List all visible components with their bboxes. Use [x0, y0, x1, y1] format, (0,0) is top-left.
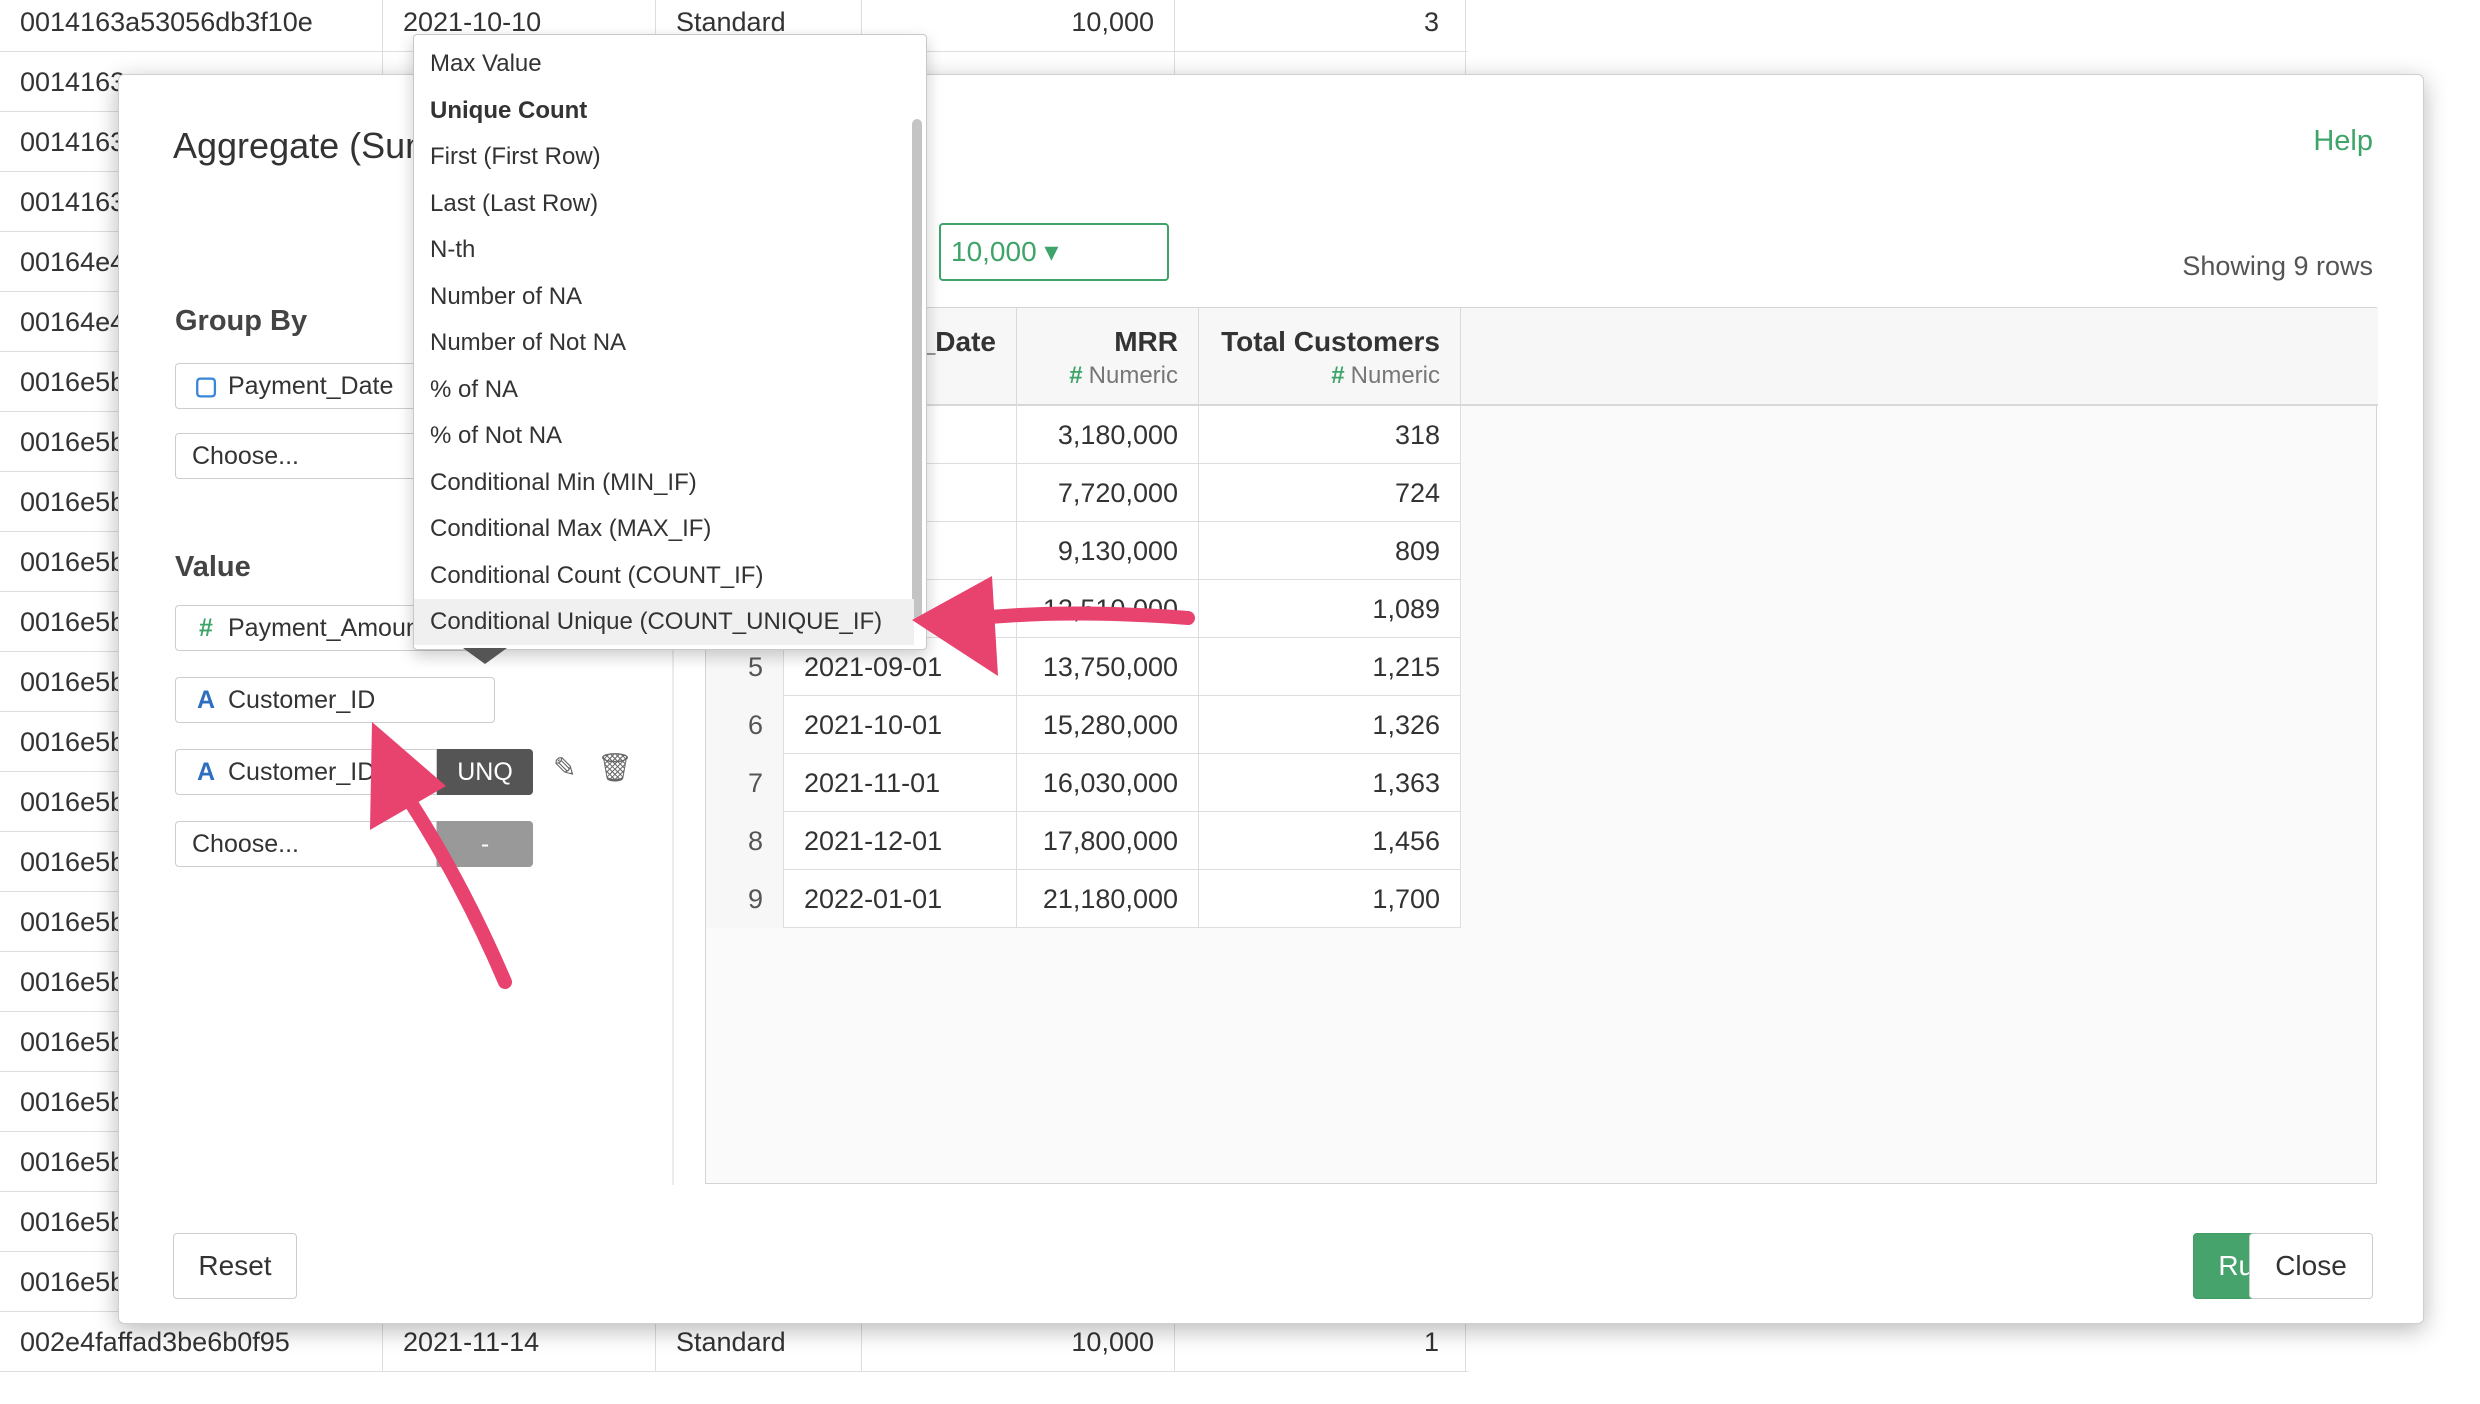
- grid-cell: 1,456: [1199, 812, 1461, 870]
- value-field-label: Customer_ID: [228, 758, 376, 786]
- caret-down-icon: ▾: [1044, 236, 1059, 267]
- menu-item[interactable]: Conditional Max (MAX_IF): [414, 506, 914, 552]
- help-link[interactable]: Help: [2313, 125, 2373, 158]
- menu-item[interactable]: First (First Row): [414, 134, 914, 180]
- aggregation-button-empty[interactable]: -: [437, 821, 533, 867]
- menu-item[interactable]: Conditional Count (COUNT_IF): [414, 553, 914, 599]
- grid-cell: 9: [706, 870, 784, 928]
- column-header-total-customers[interactable]: Total Customers # Numeric: [1199, 308, 1461, 406]
- calendar-icon: ▢: [194, 372, 218, 400]
- close-button[interactable]: Close: [2249, 1233, 2373, 1299]
- menu-item[interactable]: Unique Count: [414, 88, 914, 134]
- grid-cell: 16,030,000: [1017, 754, 1199, 812]
- grid-cell: 21,180,000: [1017, 870, 1199, 928]
- grid-cell: 1,089: [1199, 580, 1461, 638]
- value-field-customer-id-unq[interactable]: A Customer_ID: [175, 749, 437, 795]
- menu-item[interactable]: N-th: [414, 227, 914, 273]
- text-type-icon: A: [196, 758, 216, 786]
- grid-row: 6 2021-10-01 15,280,000 1,326: [706, 696, 1461, 754]
- grid-cell: 7: [706, 754, 784, 812]
- grid-cell: 8: [706, 812, 784, 870]
- menu-item[interactable]: % of Not NA: [414, 413, 914, 459]
- grid-cell: 2021-10-01: [784, 696, 1017, 754]
- value-field-label: Payment_Amount: [228, 614, 427, 642]
- preview-grid: _Date MRR # Numeric Total Customers # Nume…: [705, 307, 2378, 1184]
- grid-cell: 7,720,000: [1017, 464, 1199, 522]
- grid-cell: 1,215: [1199, 638, 1461, 696]
- text-type-icon: A: [196, 686, 216, 714]
- menu-item[interactable]: Last (Last Row): [414, 181, 914, 227]
- value-label: Value: [175, 551, 251, 583]
- value-field-label: Customer_ID: [228, 686, 376, 714]
- grid-header: _Date MRR # Numeric Total Customers # Nume…: [706, 308, 2378, 406]
- reset-button[interactable]: Reset: [173, 1233, 297, 1299]
- grid-cell: 12,510,000: [1017, 580, 1199, 638]
- grid-cell: 724: [1199, 464, 1461, 522]
- column-header-mrr[interactable]: MRR # Numeric: [1017, 308, 1199, 406]
- filter-value: 10,000: [951, 236, 1037, 267]
- grid-row: 8 2021-12-01 17,800,000 1,456: [706, 812, 1461, 870]
- filter-dropdown-button[interactable]: 10,000 ▾: [939, 223, 1169, 281]
- trash-icon[interactable]: 🗑: [597, 751, 633, 784]
- column-type: Numeric: [1088, 362, 1178, 389]
- table-cell: 0014163a53056db3f10e: [0, 0, 383, 52]
- numeric-icon: #: [1331, 362, 1345, 389]
- grid-cell: 2022-01-01: [784, 870, 1017, 928]
- grid-cell: 17,800,000: [1017, 812, 1199, 870]
- numeric-icon: #: [1069, 362, 1083, 389]
- grid-cell: 15,280,000: [1017, 696, 1199, 754]
- grid-cell: 318: [1199, 406, 1461, 464]
- menu-item[interactable]: Number of Not NA: [414, 320, 914, 366]
- value-field-customer-id[interactable]: A Customer_ID: [175, 677, 495, 723]
- column-type: Numeric: [1350, 362, 1440, 389]
- column-name: Total Customers: [1221, 326, 1440, 357]
- grid-cell: 1,326: [1199, 696, 1461, 754]
- numeric-icon: #: [199, 614, 213, 642]
- value-choose[interactable]: Choose...: [175, 821, 437, 867]
- grid-cell: 2021-11-01: [784, 754, 1017, 812]
- grid-cell: 13,750,000: [1017, 638, 1199, 696]
- menu-item[interactable]: Conditional Unique (COUNT_UNIQUE_IF): [414, 599, 914, 645]
- grid-cell: 809: [1199, 522, 1461, 580]
- value-choose-label: Choose...: [192, 830, 300, 858]
- group-by-field-label: Payment_Date: [228, 372, 394, 400]
- grid-cell: 3,180,000: [1017, 406, 1199, 464]
- grid-row: 9 2022-01-01 21,180,000 1,700: [706, 870, 1461, 928]
- grid-cell: 1,363: [1199, 754, 1461, 812]
- menu-item[interactable]: Max Value: [414, 41, 914, 87]
- column-name: MRR: [1114, 326, 1178, 357]
- menu-item[interactable]: Conditional Min (MIN_IF): [414, 460, 914, 506]
- grid-cell: 9,130,000: [1017, 522, 1199, 580]
- aggregation-dropdown-menu: Max Value Unique Count First (First Row) La…: [413, 34, 927, 650]
- row-count-status: Showing 9 rows: [2182, 251, 2373, 281]
- group-by-choose-label: Choose...: [192, 442, 300, 470]
- menu-item[interactable]: Number of NA: [414, 274, 914, 320]
- aggregation-button[interactable]: UNQ: [437, 749, 533, 795]
- grid-cell: 2021-12-01: [784, 812, 1017, 870]
- grid-row: 7 2021-11-01 16,030,000 1,363: [706, 754, 1461, 812]
- group-by-label: Group By: [175, 305, 308, 337]
- dropdown-pointer: [463, 648, 507, 664]
- menu-item[interactable]: % of NA: [414, 367, 914, 413]
- grid-cell: 1,700: [1199, 870, 1461, 928]
- edit-icon[interactable]: ✎: [553, 751, 576, 784]
- table-cell: 3: [1175, 0, 1466, 52]
- grid-cell: 6: [706, 696, 784, 754]
